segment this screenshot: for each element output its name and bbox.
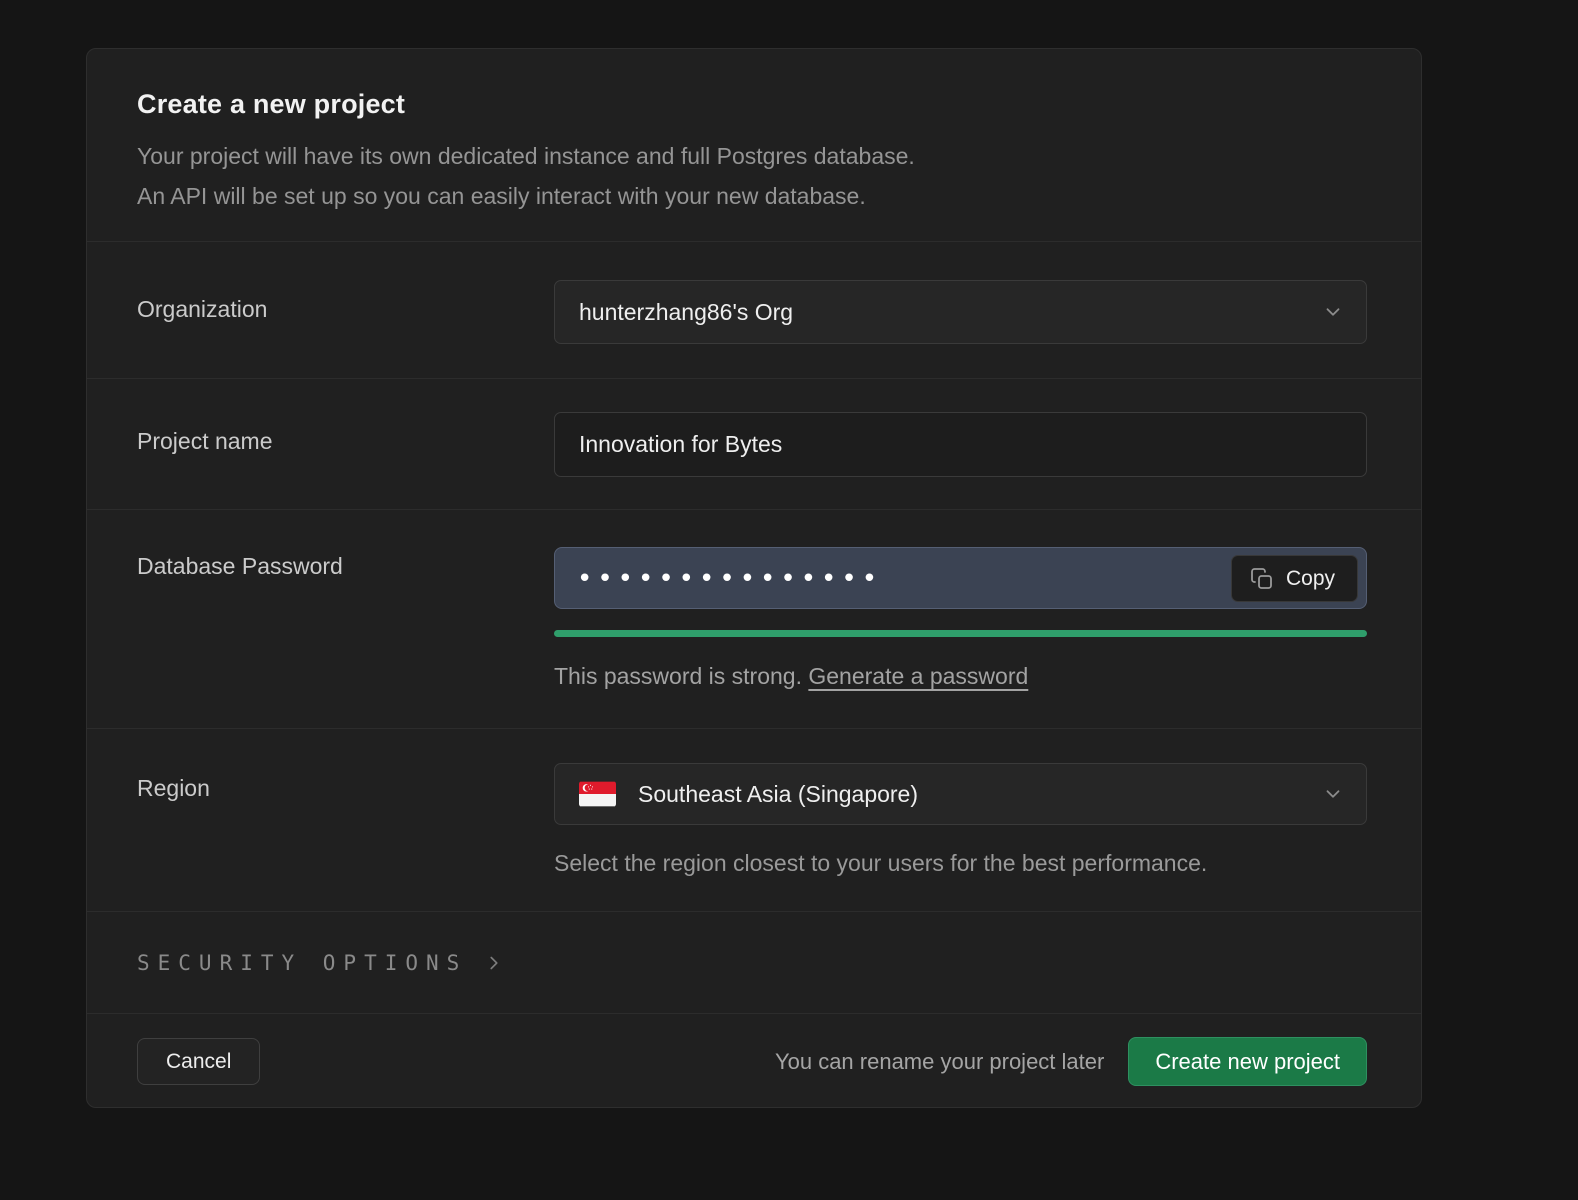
dialog-description: Your project will have its own dedicated… <box>137 136 1367 216</box>
chevron-down-icon <box>1322 783 1344 805</box>
organization-select-value: hunterzhang86's Org <box>579 299 793 326</box>
project-name-label: Project name <box>137 412 554 509</box>
password-strength-bar <box>554 630 1367 637</box>
password-strength-text: This password is strong. Generate a pass… <box>554 663 1367 690</box>
dialog-description-line1: Your project will have its own dedicated… <box>137 136 1367 176</box>
project-name-input[interactable]: Innovation for Bytes <box>554 412 1367 477</box>
security-options-row: SECURITY OPTIONS <box>87 911 1421 1013</box>
password-strength-message: This password is strong. <box>554 663 808 689</box>
region-select-value: Southeast Asia (Singapore) <box>638 781 918 808</box>
region-row: Region Southeast Asia ( <box>87 728 1421 911</box>
dialog-description-line2: An API will be set up so you can easily … <box>137 176 1367 216</box>
organization-label: Organization <box>137 280 554 378</box>
organization-row: Organization hunterzhang86's Org <box>87 241 1421 378</box>
create-project-dialog: Create a new project Your project will h… <box>86 48 1422 1108</box>
singapore-flag-icon <box>579 781 616 807</box>
security-options-toggle[interactable]: SECURITY OPTIONS <box>137 951 505 975</box>
footer-note: You can rename your project later <box>775 1049 1104 1075</box>
project-name-input-value: Innovation for Bytes <box>579 431 782 458</box>
security-options-label: SECURITY OPTIONS <box>137 951 467 975</box>
chevron-right-icon <box>483 952 505 974</box>
organization-select[interactable]: hunterzhang86's Org <box>554 280 1367 344</box>
dialog-footer: Cancel You can rename your project later… <box>87 1013 1421 1108</box>
generate-password-link[interactable]: Generate a password <box>808 663 1028 689</box>
chevron-down-icon <box>1322 301 1344 323</box>
dialog-title: Create a new project <box>137 89 1367 120</box>
database-password-row: Database Password ••••••••••••••• Copy T… <box>87 509 1421 728</box>
copy-password-button[interactable]: Copy <box>1231 555 1358 602</box>
copy-icon <box>1250 567 1274 591</box>
database-password-label: Database Password <box>137 547 554 728</box>
create-new-project-button[interactable]: Create new project <box>1128 1037 1367 1086</box>
region-select[interactable]: Southeast Asia (Singapore) <box>554 763 1367 825</box>
dialog-header: Create a new project Your project will h… <box>87 49 1421 241</box>
region-helper-text: Select the region closest to your users … <box>554 850 1367 877</box>
cancel-button[interactable]: Cancel <box>137 1038 260 1085</box>
password-masked-value: ••••••••••••••• <box>577 564 882 592</box>
copy-button-label: Copy <box>1286 567 1335 591</box>
project-name-row: Project name Innovation for Bytes <box>87 378 1421 509</box>
database-password-input[interactable]: ••••••••••••••• Copy <box>554 547 1367 609</box>
region-label: Region <box>137 763 554 911</box>
